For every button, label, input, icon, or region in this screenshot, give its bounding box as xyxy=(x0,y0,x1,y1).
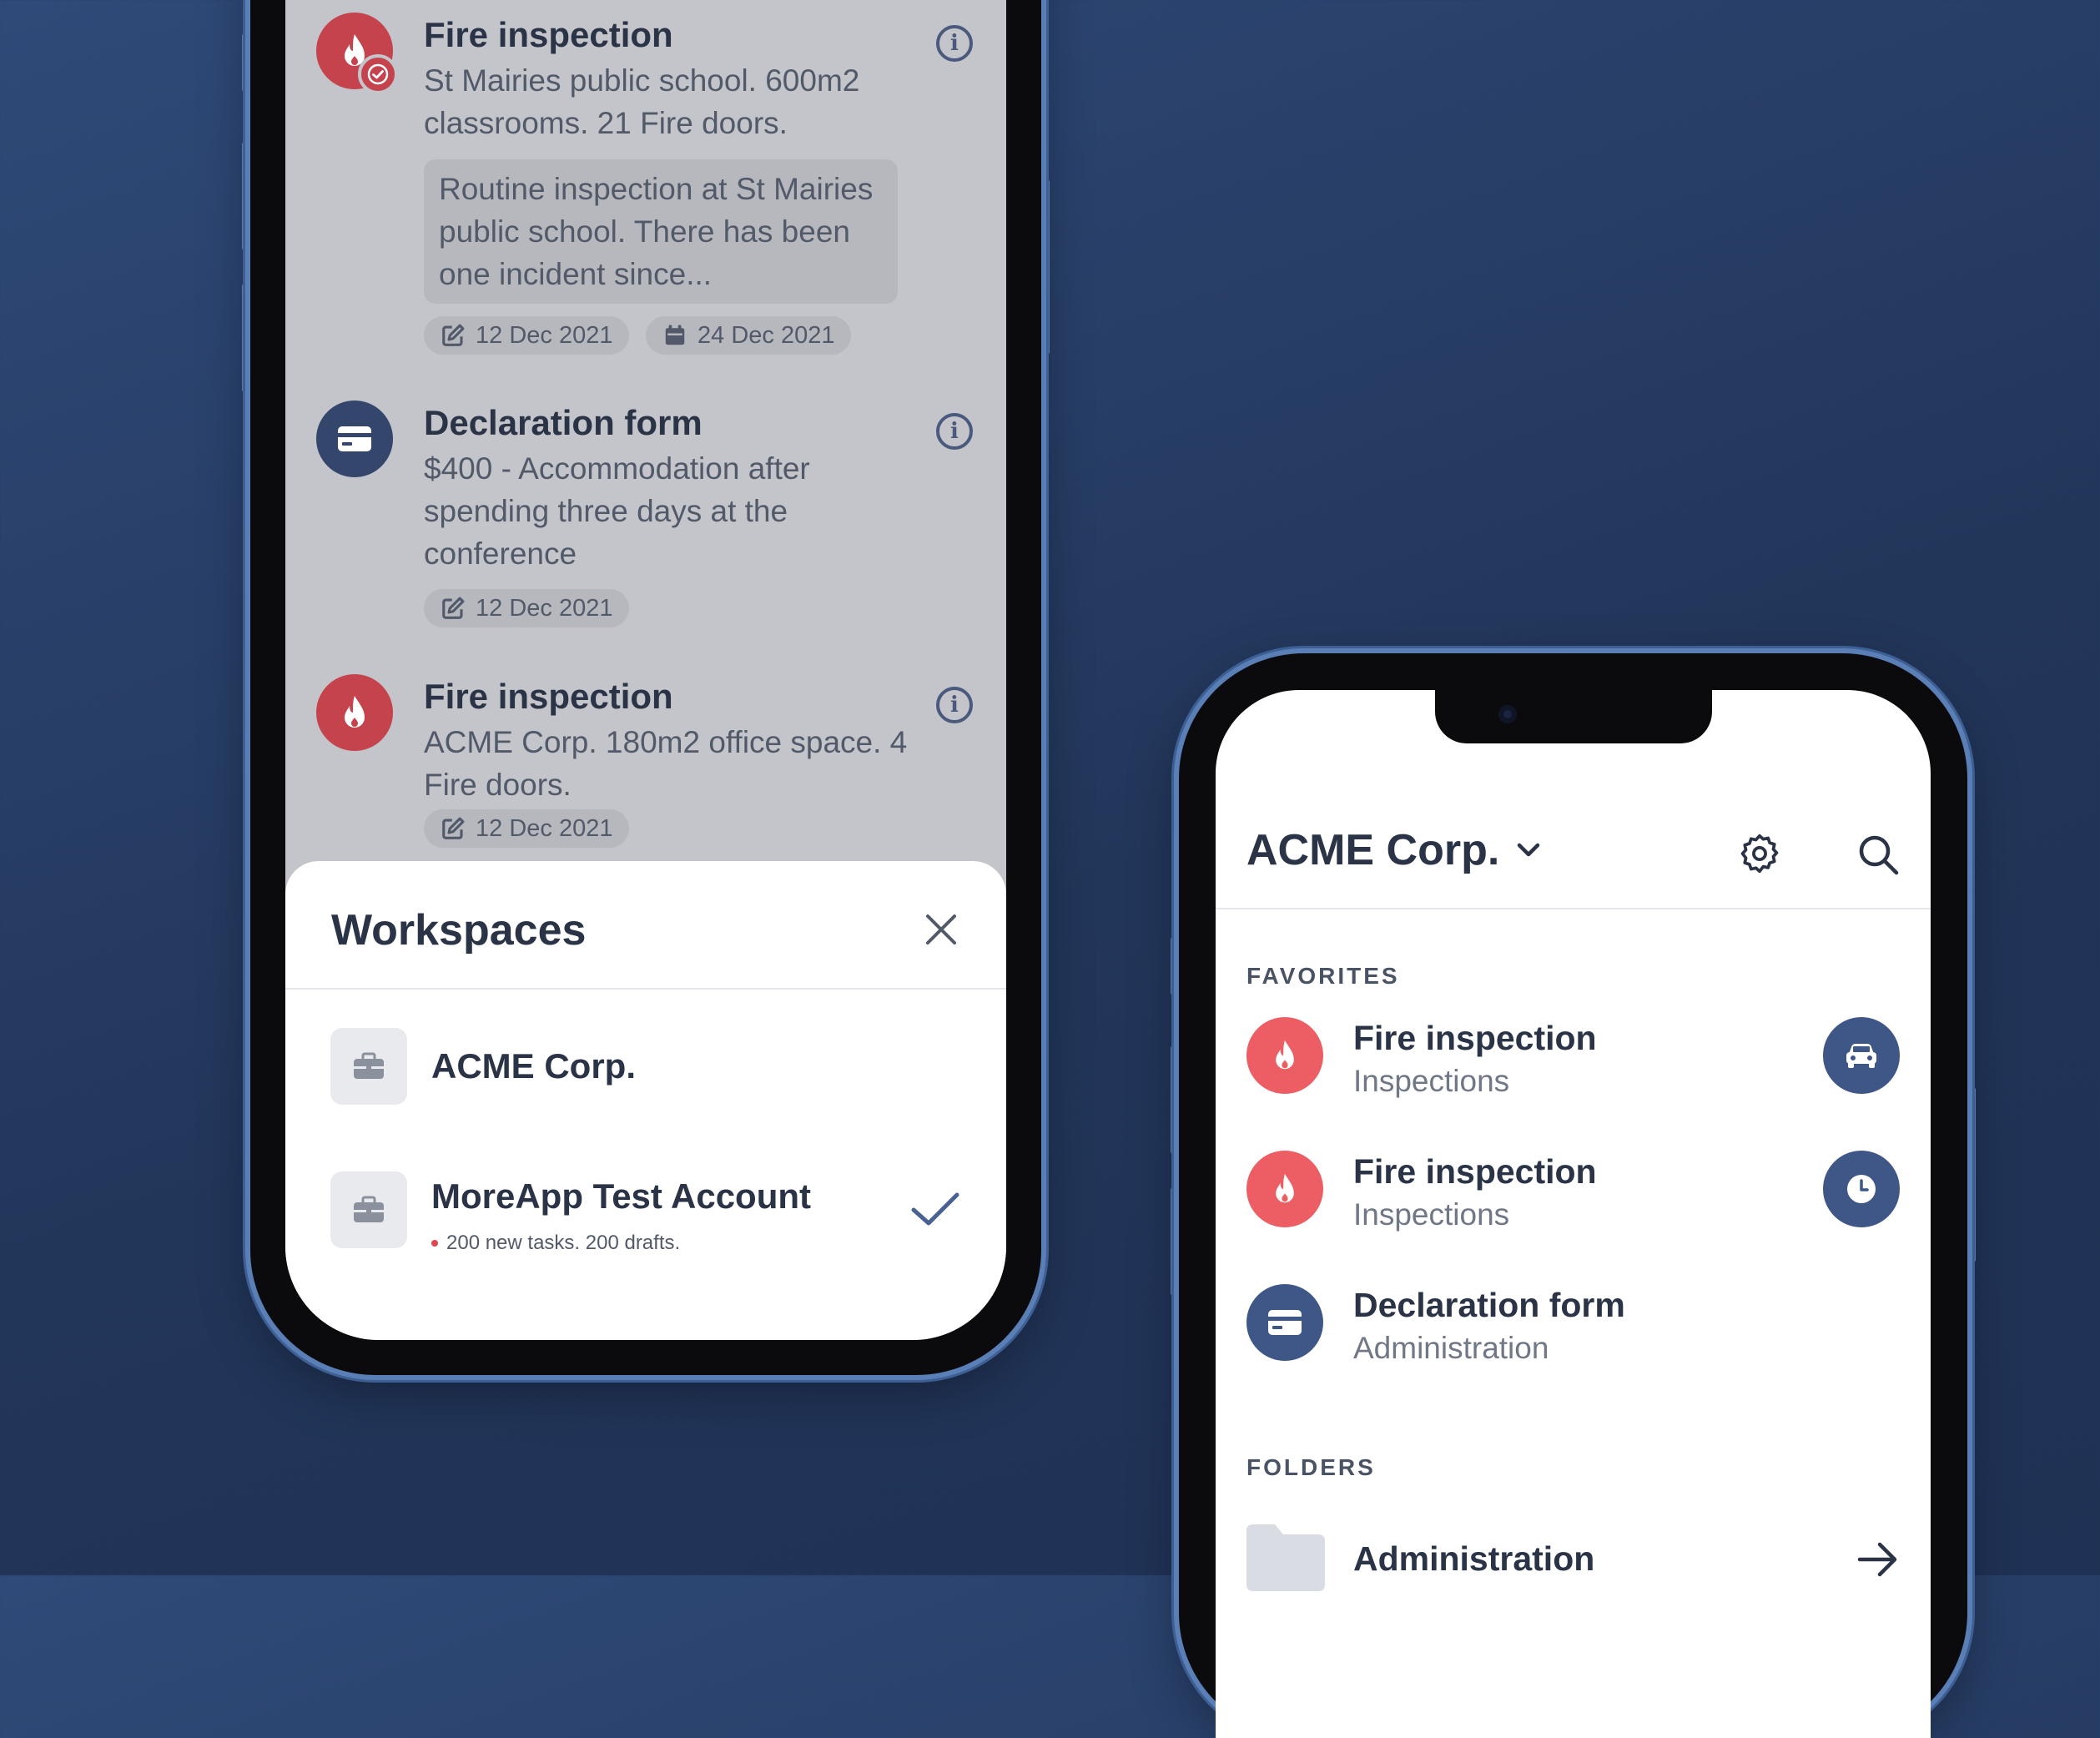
info-icon[interactable]: i xyxy=(936,687,973,723)
header-divider xyxy=(1216,908,1931,909)
favorite-item[interactable]: Fire inspection Inspections xyxy=(1216,1151,1931,1242)
edited-date: 12 Dec 2021 xyxy=(476,321,613,349)
info-icon[interactable]: i xyxy=(936,25,973,62)
info-icon[interactable]: i xyxy=(936,413,973,450)
task-list-screen: Fire inspection St Mairies public school… xyxy=(285,0,1006,1340)
arrow-right-icon[interactable] xyxy=(1856,1541,1900,1578)
edit-icon xyxy=(442,817,465,839)
task-description: $400 - Accommodation after spending thre… xyxy=(424,451,810,571)
calendar-icon xyxy=(665,325,685,345)
briefcase-icon xyxy=(330,1028,407,1105)
task-title: Declaration form xyxy=(424,403,703,442)
home-screen: ACME Corp. FAVORITES Fire inspection Ins… xyxy=(1216,690,1931,1738)
card-icon xyxy=(1246,1284,1323,1361)
front-camera xyxy=(1498,705,1517,723)
fire-icon xyxy=(1246,1151,1323,1227)
edit-icon xyxy=(442,324,465,346)
car-icon xyxy=(1823,1017,1900,1094)
task-item[interactable]: Declaration form $400 - Accommodation af… xyxy=(285,388,1006,638)
folder-name: Administration xyxy=(1353,1539,1595,1578)
sheet-divider xyxy=(285,988,1006,990)
due-date-chip: 24 Dec 2021 xyxy=(646,316,852,355)
header-title: ACME Corp. xyxy=(1246,826,1500,874)
folder-icon xyxy=(1246,1524,1325,1591)
search-icon[interactable] xyxy=(1856,833,1900,876)
workspace-name: MoreApp Test Account xyxy=(431,1176,812,1216)
briefcase-icon xyxy=(330,1171,407,1248)
left-phone: Fire inspection St Mairies public school… xyxy=(242,0,1050,1375)
task-description: St Mairies public school. 600m2 classroo… xyxy=(424,63,860,140)
workspace-item[interactable]: ACME Corp. xyxy=(285,1028,1006,1120)
favorite-category: Administration xyxy=(1353,1331,1549,1365)
favorite-category: Inspections xyxy=(1353,1064,1510,1098)
workspace-subtitle: 200 new tasks. 200 drafts. xyxy=(446,1232,681,1254)
task-note: Routine inspection at St Mairies public … xyxy=(424,159,898,304)
edit-icon xyxy=(442,597,465,619)
edited-date: 12 Dec 2021 xyxy=(476,814,613,842)
fire-check-icon xyxy=(316,13,398,94)
favorite-name: Fire inspection xyxy=(1353,1019,1597,1057)
edited-date-chip: 12 Dec 2021 xyxy=(424,589,630,627)
volume-up-button xyxy=(242,142,247,250)
mute-switch xyxy=(1171,937,1176,995)
edited-date-chip: 12 Dec 2021 xyxy=(424,316,630,355)
mute-switch xyxy=(242,33,247,92)
volume-down-button xyxy=(242,284,247,392)
task-title: Fire inspection xyxy=(424,677,673,716)
edited-date-chip: 12 Dec 2021 xyxy=(424,809,630,848)
due-date: 24 Dec 2021 xyxy=(697,321,835,349)
favorite-category: Inspections xyxy=(1353,1197,1510,1232)
workspace-name: ACME Corp. xyxy=(431,1046,636,1086)
task-item[interactable]: Fire inspection St Mairies public school… xyxy=(285,0,1006,359)
checkmark-icon xyxy=(911,1192,959,1226)
workspace-switcher[interactable]: ACME Corp. xyxy=(1246,825,1541,875)
power-button xyxy=(1045,179,1050,355)
task-item[interactable]: Fire inspection ACME Corp. 180m2 office … xyxy=(285,662,1006,862)
workspaces-sheet: Workspaces ACME Corp. MoreApp Test Accou… xyxy=(285,861,1006,1340)
gear-icon[interactable] xyxy=(1739,833,1780,874)
favorite-name: Declaration form xyxy=(1353,1286,1625,1324)
workspace-item-selected[interactable]: MoreApp Test Account 200 new tasks. 200 … xyxy=(285,1171,1006,1263)
fire-icon xyxy=(316,674,393,751)
favorite-item[interactable]: Fire inspection Inspections xyxy=(1216,1017,1931,1109)
volume-down-button xyxy=(1171,1187,1176,1296)
folders-heading: FOLDERS xyxy=(1246,1454,1376,1480)
phone-notch xyxy=(1434,690,1712,743)
chevron-down-icon xyxy=(1518,843,1540,857)
power-button xyxy=(1971,1087,1976,1262)
volume-up-button xyxy=(1171,1045,1176,1154)
close-icon[interactable] xyxy=(923,911,959,948)
edited-date: 12 Dec 2021 xyxy=(476,594,613,622)
workspace-status: 200 new tasks. 200 drafts. xyxy=(431,1232,680,1255)
notification-dot xyxy=(431,1240,438,1247)
favorites-heading: FAVORITES xyxy=(1246,963,1400,989)
clock-icon xyxy=(1823,1151,1900,1227)
sheet-title: Workspaces xyxy=(331,906,587,955)
favorite-name: Fire inspection xyxy=(1353,1152,1597,1191)
task-title: Fire inspection xyxy=(424,15,673,54)
task-description: ACME Corp. 180m2 office space. 4 Fire do… xyxy=(424,725,908,802)
folder-item[interactable]: Administration xyxy=(1216,1524,1931,1599)
check-badge-icon xyxy=(358,54,398,94)
right-phone: ACME Corp. FAVORITES Fire inspection Ins… xyxy=(1171,653,1976,1738)
fire-icon xyxy=(1246,1017,1323,1094)
favorite-item[interactable]: Declaration form Administration xyxy=(1216,1284,1931,1376)
card-icon xyxy=(316,400,393,477)
